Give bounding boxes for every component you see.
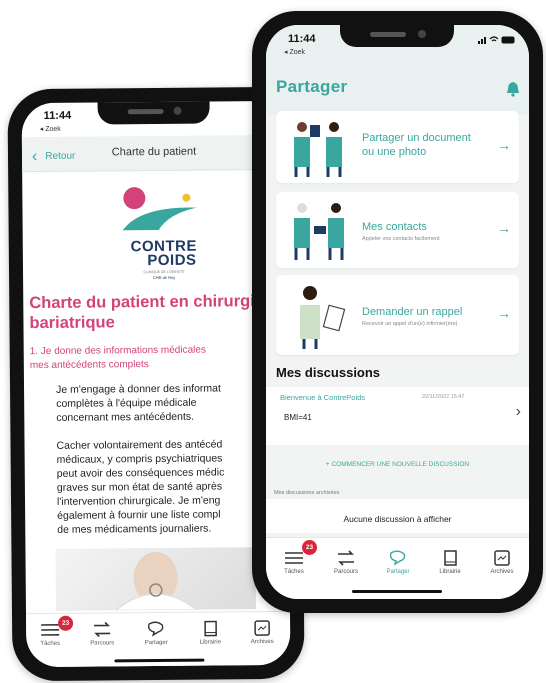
tab-parcours[interactable]: Parcours xyxy=(80,621,124,647)
archive-icon xyxy=(254,620,270,636)
text-line: médicaux, y compris psychiatriques xyxy=(56,452,223,466)
paragraph-2: Cacher volontairement des antécéd médica… xyxy=(56,437,224,536)
notch xyxy=(340,25,454,47)
tab-parcours[interactable]: Parcours xyxy=(324,550,368,575)
speaker xyxy=(127,108,164,115)
status-time: 11:44 xyxy=(43,109,72,122)
empty-state: Aucune discussion à afficher xyxy=(343,514,452,524)
tab-librairie[interactable]: Librairie xyxy=(188,620,232,646)
status-back-app[interactable]: ◂ Zoek xyxy=(284,48,305,56)
text-line: l'intervention chirurgicale. Je m'eng xyxy=(56,494,221,508)
card-title-line: ou une photo xyxy=(362,146,427,158)
charter-heading: Charte du patient en chirurgie bariatriq… xyxy=(29,292,265,333)
tab-bar: Tâches 23 Parcours Partager Librairie Ar… xyxy=(266,537,529,599)
discussion-message: BMI=41 xyxy=(284,413,312,422)
route-icon xyxy=(94,621,111,638)
tasks-badge: 23 xyxy=(58,615,74,631)
share-chat-icon xyxy=(389,550,406,566)
tasks-badge: 23 xyxy=(302,540,317,555)
contacts-card[interactable]: Mes contacts Appeler vos contacts facile… xyxy=(276,192,519,268)
front-phone: 11:44 ◂ Zoek Partager Partager un docume… xyxy=(252,11,543,613)
paragraph-1: Je m'engage à donner des informat complè… xyxy=(56,381,221,424)
contrepoids-logo: CONTRE POIDS CLINIQUE DE L'OBÉSITÉ CHR d… xyxy=(118,186,209,287)
status-time: 11:44 xyxy=(288,33,316,45)
doctors-tablet-illustration xyxy=(294,203,344,260)
route-icon xyxy=(338,550,354,566)
tab-partager[interactable]: Partager xyxy=(134,621,178,646)
list-icon xyxy=(285,552,303,564)
arrow-right-icon: → xyxy=(497,305,511,321)
logo-tagline: CLINIQUE DE L'OBÉSITÉ xyxy=(143,269,185,275)
status-back-app[interactable]: ◂ Zoek xyxy=(40,125,61,133)
discussion-name: Bienvenue à ContrePoids xyxy=(280,393,366,402)
tab-archives[interactable]: Archives xyxy=(480,550,524,575)
nurse-phone-illustration xyxy=(300,286,346,349)
text-line: Je m'engage à donner des informat xyxy=(55,382,221,396)
book-icon xyxy=(444,550,457,566)
discussion-date: 22/11/2022 15:47 xyxy=(422,394,465,400)
text-line: concernant mes antécédents. xyxy=(56,410,195,424)
tab-label: Archives xyxy=(250,638,274,646)
tab-label: Tâches xyxy=(284,569,304,575)
text-line: peut avoir des conséquences médic xyxy=(56,466,225,480)
home-indicator xyxy=(114,658,205,663)
share-chat-icon xyxy=(147,621,164,637)
nav-bar: ‹ Retour Charte du patient xyxy=(21,134,287,173)
text-line: Cacher volontairement des antécéd xyxy=(56,438,223,452)
request-callback-card[interactable]: Demander un rappel Recevoir un appel d'u… xyxy=(276,275,519,355)
text-line: graves sur mon état de santé après xyxy=(56,480,223,494)
text-line: également à fournir une liste compl xyxy=(57,508,221,522)
tab-label: Librairie xyxy=(199,639,221,646)
tab-partager[interactable]: Partager xyxy=(376,550,420,575)
tab-archives[interactable]: Archives xyxy=(240,620,284,645)
card-title: Mes contacts xyxy=(362,221,427,233)
text-line: complètes à l'équipe médicale xyxy=(56,396,197,410)
tab-label: Archives xyxy=(490,569,514,575)
chevron-right-icon: › xyxy=(515,403,521,420)
card-subtitle: Appeler vos contacts facilement xyxy=(362,236,440,242)
notch xyxy=(97,101,210,125)
new-discussion-button[interactable]: + COMMENCER UNE NOUVELLE DISCUSSION xyxy=(266,461,529,468)
logo-line2: POIDS xyxy=(147,251,197,270)
book-icon xyxy=(204,620,217,637)
doctors-xray-illustration xyxy=(294,122,342,177)
tab-label: Partager xyxy=(144,639,168,647)
arrow-right-icon: → xyxy=(497,220,511,236)
card-title: Partager un document ou une photo xyxy=(362,131,471,159)
camera xyxy=(173,106,182,115)
doctor-photo xyxy=(55,547,256,611)
tab-bar: Tâches 23 Parcours Partager Librairie Ar… xyxy=(25,610,291,668)
share-screen: 11:44 ◂ Zoek Partager Partager un docume… xyxy=(266,25,529,599)
logo-sub: CHR de Huy xyxy=(152,274,176,281)
arrow-right-icon: → xyxy=(497,137,511,153)
discussion-item[interactable]: Bienvenue à ContrePoids 22/11/2022 15:47… xyxy=(266,387,529,445)
tab-librairie[interactable]: Librairie xyxy=(428,550,472,575)
archived-list: Aucune discussion à afficher xyxy=(266,499,529,533)
card-title: Demander un rappel xyxy=(362,306,463,318)
archive-icon xyxy=(494,550,510,566)
share-document-card[interactable]: Partager un document ou une photo → xyxy=(276,111,519,183)
card-title-line: Partager un document xyxy=(362,132,471,144)
tab-label: Parcours xyxy=(333,569,358,575)
tab-label: Tâches xyxy=(40,640,61,648)
charter-screen: 11:44 ◂ Zoek ‹ Retour Charte du patient C… xyxy=(21,100,291,668)
tab-label: Librairie xyxy=(439,569,461,575)
tab-label: Partager xyxy=(386,569,410,575)
archived-heading: Mes discussions archivées xyxy=(274,490,340,496)
speaker xyxy=(370,32,406,37)
bell-icon[interactable] xyxy=(506,81,520,97)
camera xyxy=(418,30,426,38)
text-line: de mes médicaments journaliers. xyxy=(57,522,212,536)
card-subtitle: Recevoir un appel d'un(e) infirmier(ère) xyxy=(362,321,458,327)
page-title: Charte du patient xyxy=(111,145,197,159)
status-icons xyxy=(478,36,515,44)
discussions-heading: Mes discussions xyxy=(276,365,381,380)
screen-title: Partager xyxy=(276,77,348,96)
home-indicator xyxy=(352,590,442,593)
tab-label: Parcours xyxy=(90,640,115,647)
